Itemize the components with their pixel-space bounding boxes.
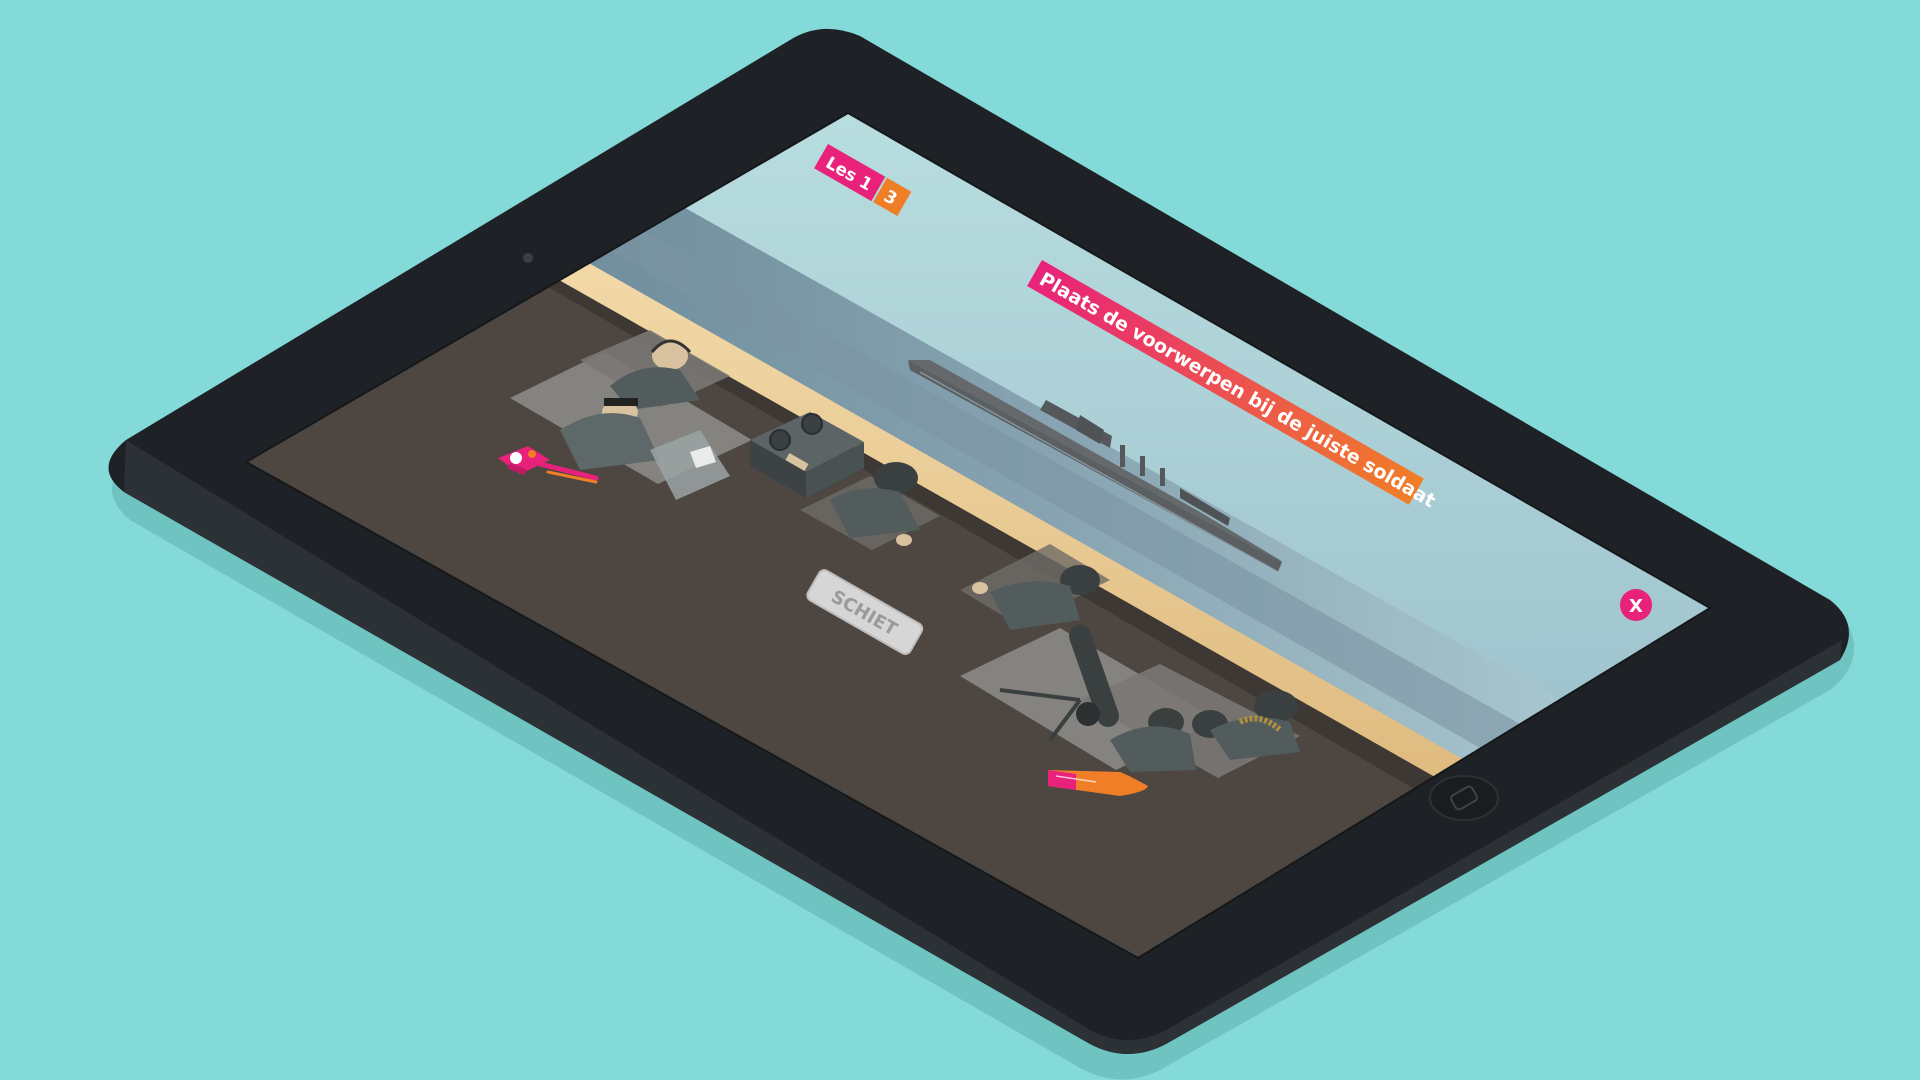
close-icon: X — [1629, 596, 1643, 617]
home-button[interactable] — [1429, 775, 1499, 821]
camera-icon — [523, 253, 533, 263]
close-button[interactable]: X — [1620, 589, 1652, 621]
stage: Plaats de voorwerpen bij de juiste solda… — [0, 0, 1920, 1080]
